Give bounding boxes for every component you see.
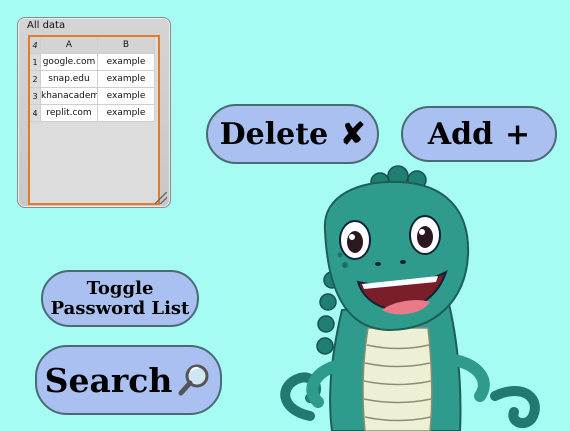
toggle-password-list-button[interactable]: Toggle Password List xyxy=(41,270,199,327)
add-button[interactable]: Add + xyxy=(401,106,557,162)
toggle-label-line1: Toggle xyxy=(86,277,154,299)
toggle-label-line2: Password List xyxy=(50,297,190,319)
table-row[interactable]: 3 khanacademy example xyxy=(30,88,155,105)
column-header-b: B xyxy=(98,37,155,54)
cell-b[interactable]: example xyxy=(98,105,155,122)
cell-b[interactable]: example xyxy=(98,54,155,71)
cell-a[interactable]: khanacademy xyxy=(41,88,98,105)
cross-mark-icon: ✘ xyxy=(340,116,366,152)
row-index: 3 xyxy=(30,88,41,105)
table-grid: 4 A B 1 google.com example 2 snap.edu ex… xyxy=(30,37,155,122)
table-header-row: 4 A B xyxy=(30,37,155,54)
magnifier-icon xyxy=(178,364,209,396)
row-index: 4 xyxy=(30,105,41,122)
cell-a[interactable]: replit.com xyxy=(41,105,98,122)
delete-label: Delete xyxy=(219,116,329,152)
row-index: 2 xyxy=(30,71,41,88)
window-title: All data xyxy=(27,20,66,31)
data-table-window: All data 4 A B 1 google.com example 2 sn… xyxy=(17,17,171,208)
table-row[interactable]: 4 replit.com example xyxy=(30,105,155,122)
delete-button[interactable]: Delete ✘ xyxy=(206,104,379,164)
search-button[interactable]: Search xyxy=(35,345,222,415)
search-label: Search xyxy=(44,360,173,400)
row-index: 1 xyxy=(30,54,41,71)
column-header-a: A xyxy=(41,37,98,54)
table-row[interactable]: 2 snap.edu example xyxy=(30,71,155,88)
data-table[interactable]: 4 A B 1 google.com example 2 snap.edu ex… xyxy=(28,35,160,205)
table-row[interactable]: 1 google.com example xyxy=(30,54,155,71)
plus-icon: + xyxy=(505,116,531,152)
cell-b[interactable]: example xyxy=(98,71,155,88)
cell-a[interactable]: snap.edu xyxy=(41,71,98,88)
add-label: Add xyxy=(427,116,494,152)
cell-b[interactable]: example xyxy=(98,88,155,105)
row-count-cell: 4 xyxy=(30,37,41,54)
resize-grip-icon[interactable] xyxy=(155,192,167,204)
dinosaur-mascot-image xyxy=(280,165,540,431)
cell-a[interactable]: google.com xyxy=(41,54,98,71)
